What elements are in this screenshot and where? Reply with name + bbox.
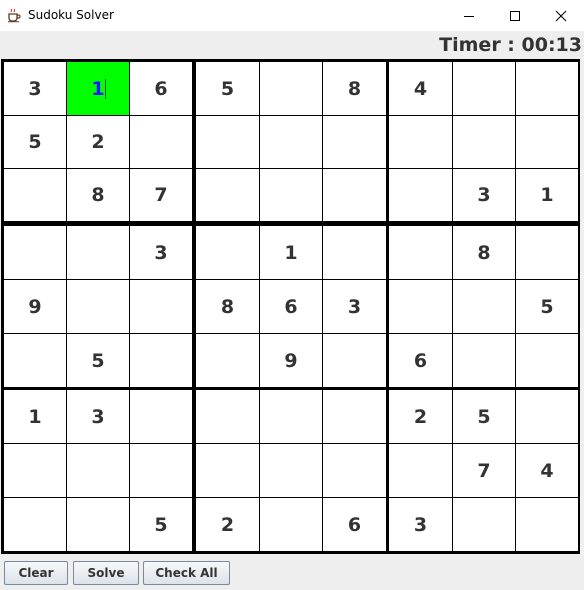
sudoku-cell-r1-c8[interactable]	[453, 62, 515, 115]
sudoku-cell-r8-c4[interactable]	[196, 444, 259, 497]
sudoku-cell-r1-c9[interactable]	[516, 62, 578, 115]
close-icon	[555, 10, 567, 21]
sudoku-cell-r1-c5[interactable]	[260, 62, 322, 115]
title-bar: Sudoku Solver	[0, 0, 584, 31]
sudoku-cell-r2-c2[interactable]: 2	[67, 116, 129, 168]
sudoku-cell-r9-c8[interactable]	[453, 498, 515, 551]
sudoku-cell-r7-c2[interactable]: 3	[67, 390, 129, 443]
button-bar: Clear Solve Check All	[0, 555, 584, 590]
sudoku-cell-r3-c2[interactable]: 8	[67, 169, 129, 221]
sudoku-cell-r3-c6[interactable]	[323, 169, 386, 221]
solve-button[interactable]: Solve	[73, 561, 139, 585]
sudoku-cell-r7-c3[interactable]	[130, 390, 192, 443]
sudoku-cell-r1-c2[interactable]: 1	[67, 62, 129, 115]
sudoku-cell-r4-c5[interactable]: 1	[260, 226, 322, 279]
check-all-button[interactable]: Check All	[143, 561, 230, 585]
sudoku-cell-r2-c1[interactable]: 5	[4, 116, 66, 168]
sudoku-cell-r5-c6[interactable]: 3	[323, 280, 386, 333]
sudoku-cell-r6-c6[interactable]	[323, 334, 386, 387]
sudoku-cell-r7-c4[interactable]	[196, 390, 259, 443]
minimize-button[interactable]	[446, 0, 492, 31]
sudoku-cell-r4-c2[interactable]	[67, 226, 129, 279]
sudoku-cell-r7-c9[interactable]	[516, 390, 578, 443]
sudoku-cell-r1-c7[interactable]: 4	[389, 62, 452, 115]
sudoku-cell-r2-c5[interactable]	[260, 116, 322, 168]
sudoku-cell-r8-c7[interactable]	[389, 444, 452, 497]
java-coffee-cup-icon	[8, 8, 21, 23]
sudoku-cell-r5-c9[interactable]: 5	[516, 280, 578, 333]
sudoku-cell-r8-c2[interactable]	[67, 444, 129, 497]
sudoku-cell-r5-c1[interactable]: 9	[4, 280, 66, 333]
timer-bar: Timer : 00:13	[0, 31, 584, 59]
sudoku-cell-r4-c6[interactable]	[323, 226, 386, 279]
sudoku-cell-r2-c9[interactable]	[516, 116, 578, 168]
sudoku-cell-r2-c8[interactable]	[453, 116, 515, 168]
sudoku-cell-r4-c8[interactable]: 8	[453, 226, 515, 279]
sudoku-cell-r7-c1[interactable]: 1	[4, 390, 66, 443]
sudoku-cell-r2-c3[interactable]	[130, 116, 192, 168]
sudoku-cell-r6-c1[interactable]	[4, 334, 66, 387]
sudoku-cell-r5-c3[interactable]	[130, 280, 192, 333]
maximize-button[interactable]	[492, 0, 538, 31]
sudoku-cell-r7-c8[interactable]: 5	[453, 390, 515, 443]
sudoku-cell-r7-c5[interactable]	[260, 390, 322, 443]
sudoku-cell-r8-c5[interactable]	[260, 444, 322, 497]
sudoku-cell-r3-c7[interactable]	[389, 169, 452, 221]
sudoku-cell-r7-c6[interactable]	[323, 390, 386, 443]
sudoku-cell-r6-c7[interactable]: 6	[389, 334, 452, 387]
sudoku-cell-r3-c5[interactable]	[260, 169, 322, 221]
sudoku-cell-r6-c2[interactable]: 5	[67, 334, 129, 387]
sudoku-cell-r8-c6[interactable]	[323, 444, 386, 497]
sudoku-cell-r3-c4[interactable]	[196, 169, 259, 221]
clear-button[interactable]: Clear	[4, 561, 68, 585]
sudoku-cell-r4-c4[interactable]	[196, 226, 259, 279]
sudoku-cell-r9-c7[interactable]: 3	[389, 498, 452, 551]
sudoku-cell-r1-c6[interactable]: 8	[323, 62, 386, 115]
sudoku-cell-r1-c3[interactable]: 6	[130, 62, 192, 115]
sudoku-cell-r5-c8[interactable]	[453, 280, 515, 333]
sudoku-cell-r6-c3[interactable]	[130, 334, 192, 387]
sudoku-cell-r9-c3[interactable]: 5	[130, 498, 192, 551]
sudoku-cell-r6-c9[interactable]	[516, 334, 578, 387]
sudoku-cell-r9-c1[interactable]	[4, 498, 66, 551]
sudoku-cell-r5-c2[interactable]	[67, 280, 129, 333]
sudoku-cell-r1-c1[interactable]: 3	[4, 62, 66, 115]
sudoku-cell-r3-c1[interactable]	[4, 169, 66, 221]
sudoku-cell-r9-c5[interactable]	[260, 498, 322, 551]
maximize-icon	[510, 10, 520, 21]
sudoku-cell-r9-c9[interactable]	[516, 498, 578, 551]
timer-label: Timer : 00:13	[439, 34, 582, 56]
sudoku-cell-r7-c7[interactable]: 2	[389, 390, 452, 443]
sudoku-cell-r9-c2[interactable]	[67, 498, 129, 551]
sudoku-cell-r8-c9[interactable]: 4	[516, 444, 578, 497]
sudoku-cell-r5-c4[interactable]: 8	[196, 280, 259, 333]
sudoku-cell-r5-c7[interactable]	[389, 280, 452, 333]
sudoku-cell-r4-c9[interactable]	[516, 226, 578, 279]
minimize-icon	[464, 15, 474, 17]
sudoku-cell-r6-c8[interactable]	[453, 334, 515, 387]
sudoku-cell-r6-c4[interactable]	[196, 334, 259, 387]
sudoku-cell-r9-c6[interactable]: 6	[323, 498, 386, 551]
text-caret	[105, 78, 106, 99]
sudoku-cell-r8-c8[interactable]: 7	[453, 444, 515, 497]
sudoku-cell-r3-c3[interactable]: 7	[130, 169, 192, 221]
sudoku-cell-r3-c8[interactable]: 3	[453, 169, 515, 221]
window-title: Sudoku Solver	[28, 8, 114, 22]
sudoku-cell-r9-c4[interactable]: 2	[196, 498, 259, 551]
sudoku-cell-r4-c7[interactable]	[389, 226, 452, 279]
sudoku-cell-r1-c4[interactable]: 5	[196, 62, 259, 115]
sudoku-cell-r4-c3[interactable]: 3	[130, 226, 192, 279]
sudoku-cell-r2-c4[interactable]	[196, 116, 259, 168]
sudoku-board: 316584528731318986355961325745263	[1, 59, 580, 554]
close-button[interactable]	[538, 0, 584, 31]
sudoku-cell-r2-c6[interactable]	[323, 116, 386, 168]
sudoku-cell-r2-c7[interactable]	[389, 116, 452, 168]
sudoku-cell-r3-c9[interactable]: 1	[516, 169, 578, 221]
sudoku-cell-r8-c1[interactable]	[4, 444, 66, 497]
sudoku-cell-r6-c5[interactable]: 9	[260, 334, 322, 387]
sudoku-cell-r5-c5[interactable]: 6	[260, 280, 322, 333]
sudoku-cell-r8-c3[interactable]	[130, 444, 192, 497]
sudoku-cell-r4-c1[interactable]	[4, 226, 66, 279]
